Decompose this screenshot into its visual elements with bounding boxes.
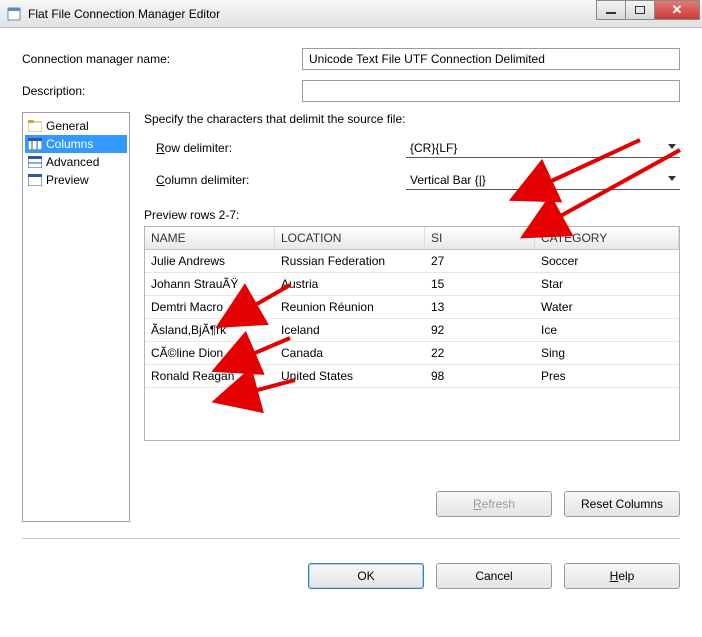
- row-delimiter-label: Row delimiter:: [156, 141, 406, 155]
- table-cell: Canada: [275, 342, 425, 364]
- description-input[interactable]: [302, 80, 680, 102]
- table-cell: Ãsland,BjÃ¶rk: [145, 319, 275, 341]
- advanced-icon: [27, 155, 43, 169]
- table-cell: United States: [275, 365, 425, 387]
- page-icon: [27, 119, 43, 133]
- close-button[interactable]: ✕: [654, 0, 700, 20]
- col-header[interactable]: LOCATION: [275, 227, 425, 249]
- preview-icon: [27, 173, 43, 187]
- column-delimiter-label: Column delimiter:: [156, 173, 406, 187]
- table-cell: Ice: [535, 319, 679, 341]
- columns-icon: [27, 137, 43, 151]
- table-header: NAME LOCATION SI CATEGORY: [145, 227, 679, 250]
- table-cell: 22: [425, 342, 535, 364]
- table-row[interactable]: CÃ©line DionCanada22Sing: [145, 342, 679, 365]
- cancel-button[interactable]: Cancel: [436, 563, 552, 589]
- minimize-button[interactable]: [596, 0, 626, 20]
- tree-item-label: Advanced: [46, 155, 99, 169]
- tree-item-preview[interactable]: Preview: [25, 171, 127, 189]
- row-delimiter-select[interactable]: {CR}{LF}: [406, 138, 680, 158]
- instruction-text: Specify the characters that delimit the …: [144, 112, 680, 126]
- table-cell: Reunion Réunion: [275, 296, 425, 318]
- table-cell: Star: [535, 273, 679, 295]
- table-cell: CÃ©line Dion: [145, 342, 275, 364]
- help-button[interactable]: Help: [564, 563, 680, 589]
- description-label: Description:: [22, 84, 302, 98]
- table-cell: Iceland: [275, 319, 425, 341]
- row-delimiter-value: {CR}{LF}: [410, 141, 457, 155]
- title-bar: Flat File Connection Manager Editor ✕: [0, 0, 702, 28]
- table-cell: 98: [425, 365, 535, 387]
- ok-button[interactable]: OK: [308, 563, 424, 589]
- table-row[interactable]: Demtri MacroReunion Réunion13Water: [145, 296, 679, 319]
- table-cell: Demtri Macro: [145, 296, 275, 318]
- table-cell: Russian Federation: [275, 250, 425, 272]
- reset-columns-button[interactable]: Reset Columns: [564, 491, 680, 517]
- tree-item-label: General: [46, 119, 89, 133]
- table-cell: Water: [535, 296, 679, 318]
- separator: [22, 538, 680, 539]
- table-row[interactable]: Ãsland,BjÃ¶rkIceland92Ice: [145, 319, 679, 342]
- table-cell: Austria: [275, 273, 425, 295]
- preview-label: Preview rows 2-7:: [144, 208, 680, 222]
- tree-item-label: Columns: [46, 137, 93, 151]
- table-cell: Julie Andrews: [145, 250, 275, 272]
- tree-item-label: Preview: [46, 173, 89, 187]
- table-cell: Johann StrauÃŸ: [145, 273, 275, 295]
- table-row[interactable]: Ronald ReaganUnited States98Pres: [145, 365, 679, 388]
- chevron-down-icon: [668, 176, 676, 181]
- table-cell: Soccer: [535, 250, 679, 272]
- column-delimiter-select[interactable]: Vertical Bar {|}: [406, 170, 680, 190]
- maximize-button[interactable]: [625, 0, 655, 20]
- tree-item-general[interactable]: General: [25, 117, 127, 135]
- nav-tree[interactable]: General Columns Advanced Preview: [22, 112, 130, 522]
- conn-name-label: Connection manager name:: [22, 52, 302, 66]
- preview-table: NAME LOCATION SI CATEGORY Julie AndrewsR…: [144, 226, 680, 441]
- table-cell: 15: [425, 273, 535, 295]
- col-header[interactable]: NAME: [145, 227, 275, 249]
- table-body: Julie AndrewsRussian Federation27SoccerJ…: [145, 250, 679, 388]
- table-cell: Pres: [535, 365, 679, 387]
- table-cell: 13: [425, 296, 535, 318]
- col-header[interactable]: SI: [425, 227, 535, 249]
- window-icon: [6, 6, 22, 22]
- table-cell: 27: [425, 250, 535, 272]
- col-header[interactable]: CATEGORY: [535, 227, 679, 249]
- table-cell: Ronald Reagan: [145, 365, 275, 387]
- table-row[interactable]: Johann StrauÃŸAustria15Star: [145, 273, 679, 296]
- tree-item-columns[interactable]: Columns: [25, 135, 127, 153]
- conn-name-input[interactable]: [302, 48, 680, 70]
- table-cell: Sing: [535, 342, 679, 364]
- refresh-button[interactable]: Refresh: [436, 491, 552, 517]
- table-cell: 92: [425, 319, 535, 341]
- column-delimiter-value: Vertical Bar {|}: [410, 173, 486, 187]
- chevron-down-icon: [668, 144, 676, 149]
- tree-item-advanced[interactable]: Advanced: [25, 153, 127, 171]
- table-row[interactable]: Julie AndrewsRussian Federation27Soccer: [145, 250, 679, 273]
